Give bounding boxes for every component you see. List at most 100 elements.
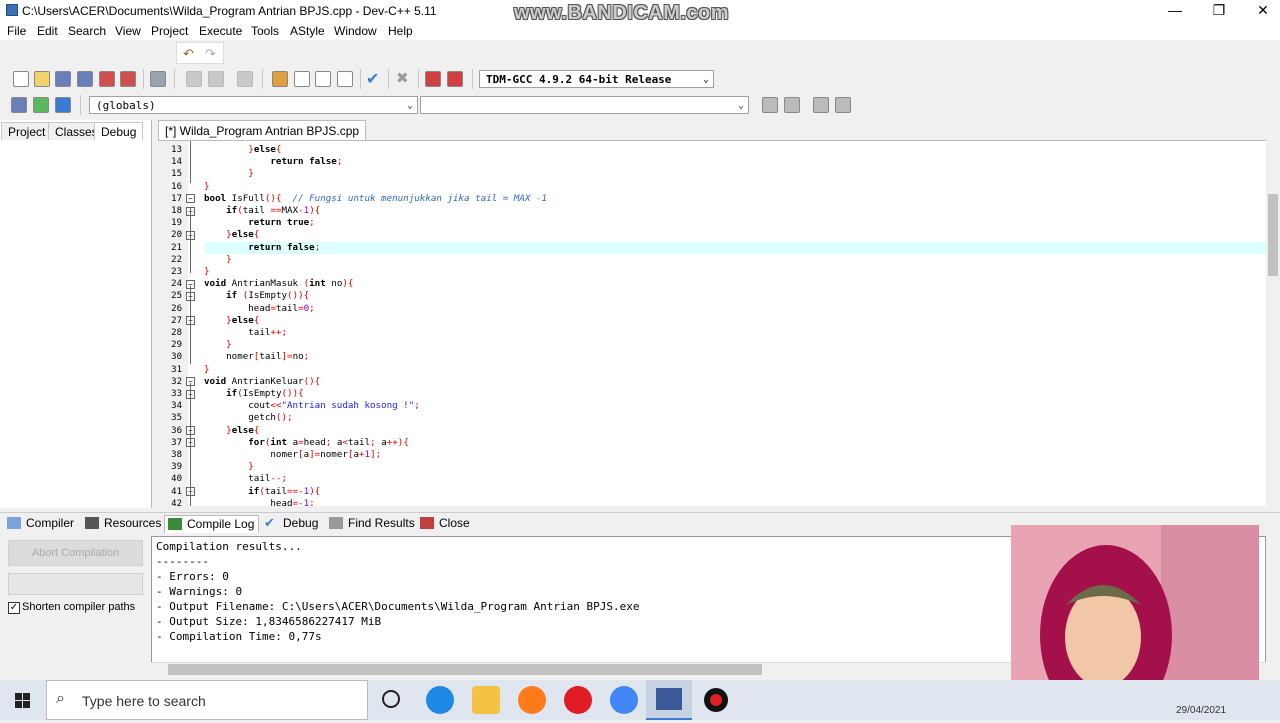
bandicam-taskbar-icon[interactable] bbox=[704, 688, 728, 712]
menu-execute[interactable]: Execute bbox=[195, 23, 246, 39]
start-button[interactable] bbox=[0, 680, 46, 720]
menu-view[interactable]: View bbox=[111, 23, 145, 39]
code-line: head=-1; bbox=[204, 497, 315, 506]
tab-resources[interactable]: Resources bbox=[82, 515, 165, 533]
code-token: nomer bbox=[204, 351, 254, 363]
menu-file[interactable]: File bbox=[3, 23, 30, 39]
tab-compile-log[interactable]: Compile Log bbox=[164, 515, 260, 533]
find-icon[interactable] bbox=[762, 97, 778, 113]
line-number: 22 bbox=[171, 254, 182, 265]
save-all-icon[interactable] bbox=[77, 71, 93, 87]
code-line: } bbox=[204, 168, 254, 180]
close-file-icon[interactable] bbox=[99, 71, 115, 87]
undo-icon[interactable]: ↶ bbox=[183, 46, 194, 62]
log-line: - Output Size: 1,8346586227417 MiB bbox=[156, 615, 382, 628]
code-token: =- bbox=[292, 497, 304, 506]
editor-scroll-thumb[interactable] bbox=[1268, 194, 1278, 276]
code-editor[interactable]: 13 }else{14 return false; 15 } 16} 17− bool … bbox=[158, 140, 1266, 506]
indent-right-icon[interactable] bbox=[208, 71, 224, 87]
task-view-icon[interactable] bbox=[382, 690, 400, 708]
tab-project[interactable]: Project bbox=[1, 122, 53, 140]
tab-find-results[interactable]: Find Results bbox=[326, 515, 419, 533]
maximize-button[interactable]: ❐ bbox=[1196, 0, 1242, 22]
tab-debug[interactable]: Debug bbox=[94, 122, 144, 140]
debug-check-icon: ✔ bbox=[264, 515, 275, 530]
stop-execution-icon[interactable]: ✖ bbox=[396, 69, 409, 87]
file-tab[interactable]: [*] Wilda_Program Antrian BPJS.cpp bbox=[158, 120, 367, 140]
code-token: else bbox=[231, 424, 254, 436]
code-token: ; bbox=[309, 497, 315, 506]
chrome-icon[interactable] bbox=[610, 686, 638, 714]
replace-icon[interactable] bbox=[835, 97, 851, 113]
code-token: cout bbox=[204, 400, 271, 412]
fold-toggle-icon[interactable]: − bbox=[186, 194, 195, 204]
abort-compilation-button[interactable]: Abort Compilation bbox=[8, 540, 143, 566]
split-icon[interactable] bbox=[315, 71, 331, 87]
file-explorer-icon[interactable] bbox=[472, 686, 500, 714]
menu-project[interactable]: Project bbox=[147, 23, 192, 39]
open-file-icon[interactable] bbox=[34, 71, 50, 87]
scope-select[interactable]: (globals) ⌄ bbox=[89, 96, 418, 114]
code-line: } bbox=[204, 461, 254, 473]
check-syntax-icon[interactable]: ✔ bbox=[366, 69, 379, 89]
function-select[interactable]: ⌄ bbox=[420, 96, 749, 114]
line-number: 39 bbox=[171, 462, 182, 473]
code-line: } bbox=[204, 181, 210, 193]
new-file-icon[interactable] bbox=[13, 71, 29, 87]
chevron-down-icon: ⌄ bbox=[702, 74, 709, 85]
toolbar-separator bbox=[472, 69, 473, 89]
compiler-select[interactable]: TDM-GCC 4.9.2 64-bit Release ⌄ bbox=[479, 70, 714, 88]
window-icon[interactable] bbox=[294, 71, 310, 87]
minimize-button[interactable]: — bbox=[1152, 0, 1198, 22]
menu-window[interactable]: Window bbox=[330, 23, 381, 39]
code-line: head=tail=0; bbox=[204, 303, 314, 315]
insert-icon[interactable] bbox=[813, 97, 829, 113]
log-vertical-scrollbar[interactable] bbox=[1266, 536, 1280, 678]
grid-icon[interactable] bbox=[337, 71, 353, 87]
menu-tools[interactable]: Tools bbox=[247, 23, 283, 39]
close-window-button[interactable]: ✕ bbox=[1240, 0, 1280, 22]
line-number: 14 bbox=[171, 157, 182, 168]
delete-profile-icon[interactable] bbox=[447, 71, 463, 87]
code-line: cout<<"Antrian sudah kosong !"; bbox=[204, 400, 420, 412]
tab-debug-output[interactable]: ✔ Debug bbox=[261, 515, 322, 533]
profile-chart-icon[interactable] bbox=[425, 71, 441, 87]
class-browser-icon[interactable] bbox=[11, 97, 27, 113]
line-number: 42 bbox=[171, 498, 182, 506]
find-next-icon[interactable] bbox=[784, 97, 800, 113]
save-icon[interactable] bbox=[55, 71, 71, 87]
print-icon[interactable] bbox=[150, 71, 166, 87]
menu-edit[interactable]: Edit bbox=[33, 23, 62, 39]
line-number: 13 bbox=[171, 145, 182, 155]
fold-guide bbox=[190, 207, 191, 273]
redo-icon[interactable]: ↷ bbox=[205, 46, 216, 62]
code-line: if (IsEmpty()){ bbox=[204, 290, 309, 302]
code-token: } bbox=[204, 363, 210, 375]
menu-help[interactable]: Help bbox=[384, 23, 417, 39]
log-scroll-thumb[interactable] bbox=[168, 664, 762, 675]
code-line: void AntrianKeluar(){ bbox=[204, 376, 320, 388]
indent-left-icon[interactable] bbox=[186, 71, 202, 87]
layout-icon[interactable] bbox=[272, 71, 288, 87]
tab-compiler-label: Compiler bbox=[26, 516, 75, 530]
bookmark-icon[interactable] bbox=[55, 97, 71, 113]
menu-search[interactable]: Search bbox=[64, 23, 110, 39]
close-all-icon[interactable] bbox=[120, 71, 136, 87]
line-number: 21 bbox=[171, 242, 182, 253]
tab-compiler[interactable]: Compiler bbox=[4, 515, 78, 533]
undo-redo-toolbar: ↶ ↷ bbox=[176, 42, 224, 64]
devcpp-taskbar-button[interactable] bbox=[646, 680, 692, 720]
shorten-paths-checkbox[interactable]: ✓ bbox=[8, 602, 20, 614]
edge-browser-icon[interactable] bbox=[426, 686, 454, 714]
goto-icon[interactable] bbox=[33, 97, 49, 113]
tab-close[interactable]: Close bbox=[417, 515, 474, 533]
opera-icon[interactable] bbox=[564, 686, 592, 714]
line-number: 23 bbox=[171, 267, 182, 277]
firefox-icon[interactable] bbox=[518, 686, 546, 714]
toggle-comment-icon[interactable] bbox=[237, 71, 253, 87]
menu-astyle[interactable]: AStyle bbox=[286, 23, 329, 39]
code-line: } bbox=[204, 254, 232, 266]
